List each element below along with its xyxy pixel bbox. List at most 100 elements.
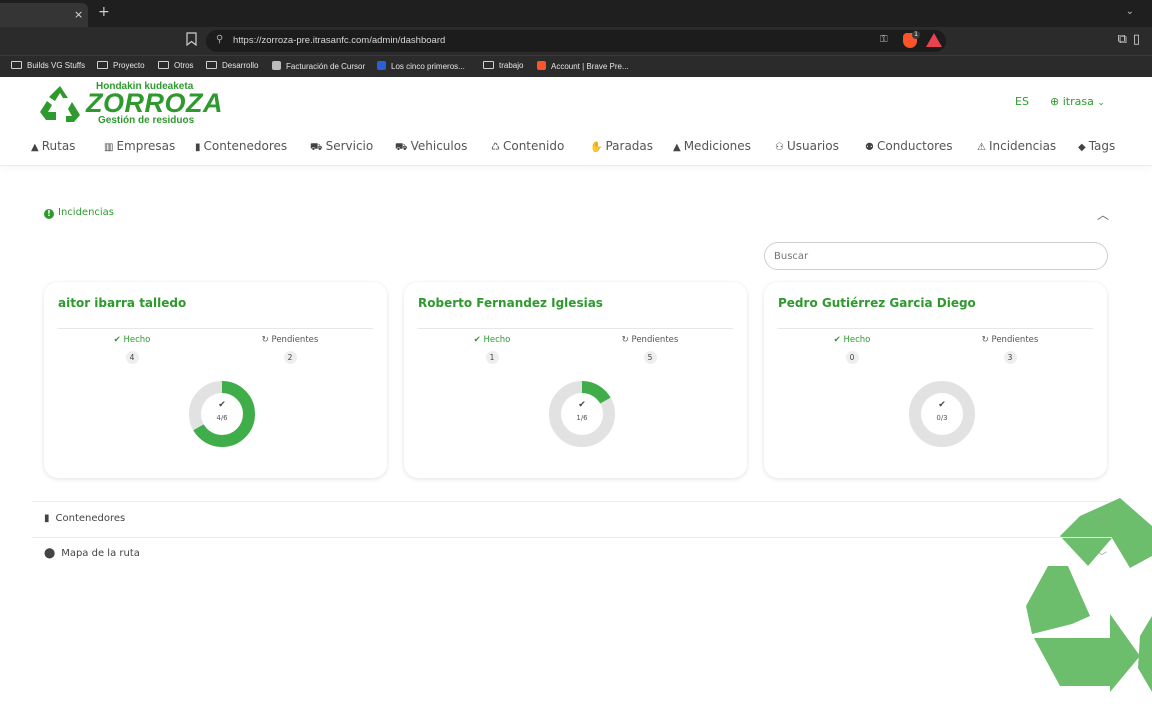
driver-card: aitor ibarra talledo ✔ Hecho 4 ↻ Pendien… bbox=[44, 282, 387, 478]
search-input[interactable] bbox=[764, 242, 1108, 270]
site-settings-icon[interactable]: ⚲ bbox=[216, 34, 223, 45]
pending-stat: ↻ Pendientes 5 bbox=[590, 335, 710, 364]
nav-label: Vehiculos bbox=[410, 139, 468, 153]
nav-label: Tags bbox=[1088, 139, 1116, 153]
mapa-section-header[interactable]: ⬤ Mapa de la ruta bbox=[44, 548, 140, 559]
warning-icon: ⚠ bbox=[977, 142, 986, 153]
browser-address-bar: ⚲ https://zorroza-pre.itrasanfc.com/admi… bbox=[0, 27, 1152, 55]
nav-tags[interactable]: ◆ Tags bbox=[1078, 139, 1115, 153]
section-divider bbox=[32, 501, 1112, 502]
nav-servicio[interactable]: ⛟ Servicio bbox=[310, 139, 373, 155]
done-text: Hecho bbox=[843, 335, 871, 345]
nav-label: Paradas bbox=[605, 139, 654, 153]
nav-label: Mediciones bbox=[683, 139, 751, 153]
brave-shields-badge: 1 bbox=[912, 31, 920, 39]
folder-icon bbox=[158, 61, 169, 69]
progress-donut: ✔ 0/3 bbox=[908, 380, 976, 448]
done-label: ✔ Hecho bbox=[792, 335, 912, 345]
nav-contenedores[interactable]: ▮ Contenedores bbox=[195, 139, 287, 153]
incidencias-title: Incidencias bbox=[58, 207, 115, 218]
pending-label: ↻ Pendientes bbox=[590, 335, 710, 345]
donut-progress-text: 4/6 bbox=[216, 414, 228, 422]
chevron-down-icon: ⌄ bbox=[1097, 98, 1105, 108]
chevron-up-icon[interactable]: ︿ bbox=[1097, 206, 1109, 223]
card-divider bbox=[778, 328, 1093, 329]
map-marker-icon: ⬤ bbox=[44, 548, 56, 559]
nav-vehiculos[interactable]: ⛟ Vehiculos bbox=[395, 139, 467, 155]
brave-favicon-icon bbox=[537, 61, 546, 70]
folder-icon bbox=[483, 61, 494, 69]
bookmark-builds-vg-stuffs[interactable]: Builds VG Stuffs bbox=[11, 61, 85, 70]
donut-center: ✔ 4/6 bbox=[188, 380, 256, 448]
nav-label: Incidencias bbox=[988, 139, 1057, 153]
nav-rutas[interactable]: ▲ Rutas bbox=[31, 139, 75, 153]
bookmark-otros[interactable]: Otros bbox=[158, 61, 194, 70]
pending-count: 2 bbox=[283, 351, 297, 364]
nav-incidencias[interactable]: ⚠ Incidencias bbox=[977, 139, 1056, 153]
nav-usuarios[interactable]: ⚇ Usuarios bbox=[775, 139, 839, 153]
bookmark-account-brave[interactable]: Account | Brave Pre... bbox=[537, 61, 629, 71]
check-icon: ✔ bbox=[833, 335, 841, 345]
users-icon: ⚇ bbox=[775, 142, 784, 153]
tags-icon: ◆ bbox=[1078, 142, 1086, 153]
truck-icon: ⛟ bbox=[395, 142, 408, 153]
new-tab-icon[interactable]: + bbox=[98, 4, 110, 20]
done-stat: ✔ Hecho 0 bbox=[792, 335, 912, 364]
incidencias-section-header[interactable]: ! Incidencias bbox=[44, 207, 114, 219]
driver-card: Pedro Gutiérrez Garcia Diego ✔ Hecho 0 ↻… bbox=[764, 282, 1107, 478]
bookmark-label: Account | Brave Pre... bbox=[551, 62, 629, 71]
brave-rewards-icon[interactable] bbox=[926, 33, 942, 47]
nav-paradas[interactable]: ✋ Paradas bbox=[590, 139, 653, 153]
contenedores-title: Contenedores bbox=[55, 513, 126, 524]
weight-icon: ▲ bbox=[673, 142, 681, 153]
progress-donut: ✔ 1/6 bbox=[548, 380, 616, 448]
driver-icon: ⚉ bbox=[865, 142, 874, 153]
driver-name: aitor ibarra talledo bbox=[58, 296, 187, 310]
nav-contenido[interactable]: ♺ Contenido bbox=[491, 139, 564, 153]
done-count: 1 bbox=[485, 351, 499, 364]
nav-conductores[interactable]: ⚉ Conductores bbox=[865, 139, 952, 153]
nav-empresas[interactable]: ▥ Empresas bbox=[104, 139, 175, 153]
pending-stat: ↻ Pendientes 2 bbox=[230, 335, 350, 364]
check-icon: ✔ bbox=[473, 335, 481, 345]
folder-icon bbox=[97, 61, 108, 69]
redo-icon: ↻ bbox=[981, 335, 989, 345]
user-menu[interactable]: ⊕ itrasa ⌄ bbox=[1050, 95, 1105, 108]
trash-icon: ▮ bbox=[44, 513, 50, 524]
user-name: itrasa bbox=[1062, 95, 1094, 108]
url-text: https://zorroza-pre.itrasanfc.com/admin/… bbox=[233, 35, 446, 46]
bookmark-desarrollo[interactable]: Desarrollo bbox=[206, 61, 258, 70]
nav-label: Servicio bbox=[325, 139, 374, 153]
donut-progress-text: 0/3 bbox=[936, 414, 948, 422]
chevron-down-icon[interactable]: ﹀ bbox=[1097, 548, 1107, 563]
driver-name: Roberto Fernandez Iglesias bbox=[418, 296, 603, 310]
browser-tab[interactable]: × bbox=[0, 3, 88, 27]
folder-icon bbox=[206, 61, 217, 69]
recycle-icon: ♺ bbox=[491, 142, 500, 153]
url-field[interactable]: ⚲ https://zorroza-pre.itrasanfc.com/admi… bbox=[206, 30, 946, 52]
extensions-icon[interactable]: ⧉▯ bbox=[1118, 32, 1146, 47]
bookmark-los-cinco-primeros[interactable]: Los cinco primeros... bbox=[377, 61, 465, 71]
section-divider bbox=[32, 537, 1112, 538]
app-header: Hondakin kudeaketa ZORROZA Gestión de re… bbox=[0, 78, 1152, 126]
zorroza-logo[interactable]: Hondakin kudeaketa ZORROZA Gestión de re… bbox=[38, 80, 222, 126]
nav-label: Empresas bbox=[116, 139, 176, 153]
tab-list-chevron-icon[interactable]: ⌄ bbox=[1126, 6, 1134, 17]
bookmark-icon[interactable] bbox=[186, 32, 197, 46]
password-key-icon[interactable]: ⚿ bbox=[880, 34, 888, 45]
nav-mediciones[interactable]: ▲ Mediciones bbox=[673, 139, 751, 153]
bookmark-facturacion-cursor[interactable]: Facturación de Cursor bbox=[272, 61, 365, 71]
bookmark-trabajo[interactable]: trabajo bbox=[483, 61, 523, 70]
language-selector[interactable]: ES bbox=[1015, 95, 1029, 108]
contenedores-section-header[interactable]: ▮ Contenedores bbox=[44, 513, 125, 524]
site-favicon-icon bbox=[377, 61, 386, 70]
nav-label: Conductores bbox=[876, 139, 953, 153]
bookmark-proyecto[interactable]: Proyecto bbox=[97, 61, 145, 70]
driver-name: Pedro Gutiérrez Garcia Diego bbox=[778, 296, 976, 310]
truck-loading-icon: ⛟ bbox=[310, 142, 323, 153]
folder-icon bbox=[11, 61, 22, 69]
pending-count: 5 bbox=[643, 351, 657, 364]
redo-icon: ↻ bbox=[621, 335, 629, 345]
chevron-down-icon[interactable]: ﹀ bbox=[1097, 513, 1107, 528]
close-tab-icon[interactable]: × bbox=[74, 8, 83, 21]
